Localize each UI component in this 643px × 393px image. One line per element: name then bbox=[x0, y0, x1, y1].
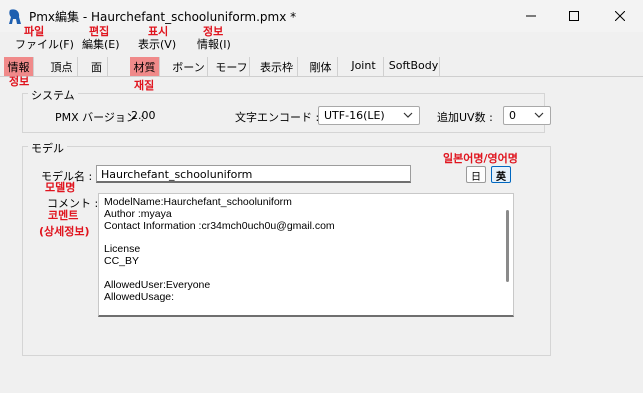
system-group-title: システム bbox=[28, 87, 78, 103]
tab-rigid-body[interactable]: 剛体 bbox=[304, 57, 338, 76]
annotation-material-tab: 재질 bbox=[134, 79, 155, 92]
encoding-select[interactable]: UTF-16(LE) bbox=[318, 106, 420, 125]
comment-textarea[interactable]: ModelName:Haurchefant_schooluniform Auth… bbox=[98, 193, 514, 317]
annotation-edit: 편집 bbox=[89, 25, 110, 38]
tab-face[interactable]: 面 bbox=[86, 57, 108, 76]
tab-vertex[interactable]: 頂点 bbox=[46, 57, 78, 76]
annotation-file: 파일 bbox=[24, 25, 45, 38]
maximize-icon bbox=[569, 11, 579, 21]
tab-divider bbox=[0, 76, 643, 77]
tab-bar: 情報 頂点 面 材質 ボーン モーフ 表示枠 剛体 Joint SoftBody bbox=[4, 57, 639, 76]
annotation-model-name: 모델명 bbox=[45, 181, 76, 194]
tab-joint[interactable]: Joint bbox=[344, 57, 384, 76]
additional-uv-label: 追加UV数 : bbox=[437, 111, 493, 124]
annotation-info-tab: 정보 bbox=[9, 75, 30, 88]
tab-softbody[interactable]: SoftBody bbox=[388, 57, 440, 76]
annotation-comment-detail: (상세정보) bbox=[39, 225, 90, 238]
tab-material[interactable]: 材質 bbox=[130, 57, 160, 76]
model-group-title: モデル bbox=[28, 140, 67, 156]
tab-bone[interactable]: ボーン bbox=[170, 57, 208, 76]
additional-uv-select[interactable]: 0 bbox=[503, 106, 551, 125]
tab-display-frame[interactable]: 表示枠 bbox=[256, 57, 298, 76]
chevron-down-icon bbox=[534, 112, 544, 118]
japanese-name-button[interactable]: 日 bbox=[466, 166, 486, 183]
close-icon bbox=[615, 11, 625, 21]
model-name-input[interactable]: Haurchefant_schooluniform bbox=[96, 165, 411, 183]
tab-morph[interactable]: モーフ bbox=[214, 57, 250, 76]
scrollbar-thumb[interactable] bbox=[506, 210, 509, 282]
comment-line: Author :myaya bbox=[104, 208, 172, 220]
maximize-button[interactable] bbox=[551, 0, 597, 32]
minimize-button[interactable] bbox=[508, 0, 554, 32]
annotation-view: 표시 bbox=[148, 25, 169, 38]
english-name-button[interactable]: 英 bbox=[491, 166, 511, 183]
comment-line: AllowedUser:Everyone bbox=[104, 279, 211, 291]
annotation-info: 정보 bbox=[203, 25, 224, 38]
chevron-down-icon bbox=[403, 112, 413, 118]
comment-line: CC_BY bbox=[104, 255, 140, 267]
pmx-version-value: 2.00 bbox=[131, 109, 156, 122]
encoding-value: UTF-16(LE) bbox=[324, 109, 385, 122]
close-button[interactable] bbox=[597, 0, 643, 32]
annotation-lang-toggle: 일본어명/영어명 bbox=[443, 152, 518, 165]
additional-uv-value: 0 bbox=[509, 109, 516, 122]
comment-line: License bbox=[104, 243, 141, 255]
annotation-comment: 코멘트 bbox=[48, 209, 79, 222]
app-icon bbox=[9, 9, 21, 24]
minimize-icon bbox=[526, 15, 536, 17]
comment-line: AllowedUsage: bbox=[104, 291, 175, 303]
comment-line: Contact Information :cr34mch0uch0u@gmail… bbox=[104, 220, 335, 232]
encoding-label: 文字エンコード : bbox=[235, 111, 320, 124]
comment-line: ModelName:Haurchefant_schooluniform bbox=[104, 196, 292, 208]
